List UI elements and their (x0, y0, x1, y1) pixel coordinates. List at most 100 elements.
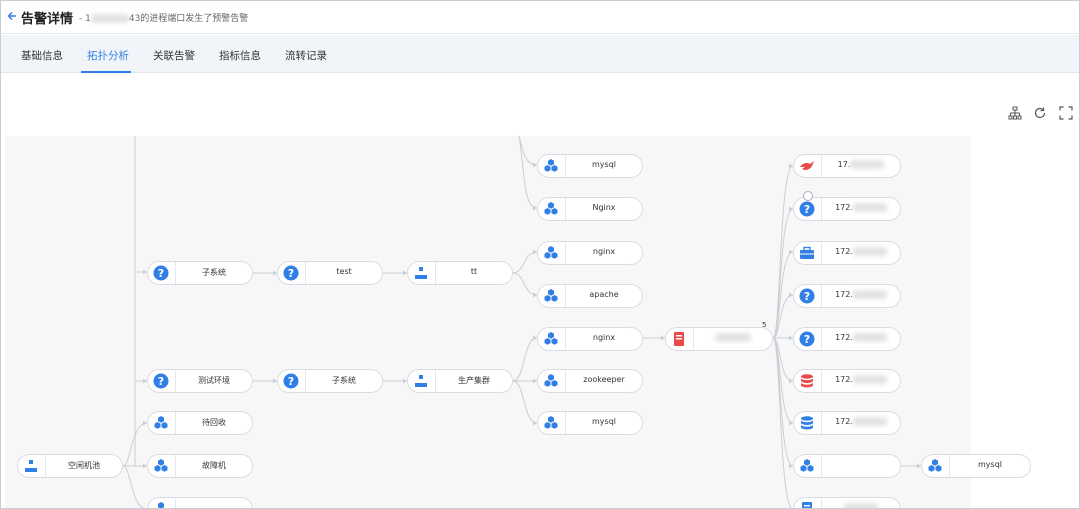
database-blue-icon (799, 415, 815, 431)
topology-node[interactable] (793, 454, 901, 478)
topology-node[interactable]: ? 子系统 (277, 369, 383, 393)
topology-node[interactable]: apache (537, 284, 643, 308)
group-icon (413, 373, 429, 389)
edge (772, 337, 794, 467)
redacted-text (844, 503, 878, 508)
cluster-icon (543, 373, 559, 389)
topology-node[interactable]: 故障机 (147, 454, 253, 478)
node-label: 172. (822, 417, 900, 426)
question-icon: ? (799, 331, 815, 347)
cluster-icon (799, 458, 815, 474)
topology-node[interactable]: ? 172. (793, 327, 901, 351)
node-label: 17. (822, 160, 900, 169)
node-divider (821, 455, 822, 477)
topology-node[interactable]: 17. (793, 154, 901, 178)
server-icon (799, 501, 815, 508)
alert-detail-window: 告警详情 - 1 43的进程端口发生了预警告警 基础信息 拓扑分析 关联告警 指标… (0, 0, 1080, 509)
cluster-icon (543, 415, 559, 431)
topology-node[interactable]: mysql (537, 411, 643, 435)
cluster-icon (153, 415, 169, 431)
topology-node[interactable]: ? 子系统 (147, 261, 253, 285)
node-count-badge: 5 (762, 321, 767, 329)
edge (512, 380, 538, 424)
topology-node[interactable]: 待回收 (147, 411, 253, 435)
svg-text:?: ? (158, 267, 164, 280)
topology-node[interactable]: 172. (793, 411, 901, 435)
redacted-text (852, 290, 887, 299)
node-label: nginx (592, 247, 616, 256)
topology-node[interactable]: 172. (793, 241, 901, 265)
topology-node[interactable]: ? 测试环境 (147, 369, 253, 393)
node-label: 172. (822, 333, 900, 342)
question-icon: ? (283, 265, 299, 281)
node-label: apache (589, 290, 619, 299)
topology-node[interactable]: 生产集群 (407, 369, 513, 393)
redacted-text (850, 160, 885, 169)
topology-node-alerting-server[interactable] (665, 327, 773, 351)
node-label: 172. (822, 290, 900, 299)
topology-node[interactable] (147, 497, 253, 508)
topology-node[interactable]: mysql (921, 454, 1031, 478)
topology-node[interactable]: ? test (277, 261, 383, 285)
redacted-text (852, 417, 887, 426)
cluster-icon (543, 331, 559, 347)
cluster-icon (543, 245, 559, 261)
cluster-icon (927, 458, 943, 474)
topology-node[interactable]: ? 172. (793, 284, 901, 308)
question-icon: ? (799, 288, 815, 304)
node-label: 172. (822, 247, 900, 256)
node-label: zookeeper (583, 375, 625, 384)
edge (518, 135, 538, 166)
node-label: mysql (592, 160, 616, 169)
node-label: Nginx (592, 203, 616, 212)
topology-node[interactable]: tt (407, 261, 513, 285)
node-label: 172. (822, 375, 900, 384)
edge (772, 208, 794, 339)
briefcase-icon (799, 245, 815, 261)
node-label (694, 333, 772, 342)
node-label: 故障机 (202, 461, 226, 470)
svg-text:?: ? (804, 290, 810, 303)
database-red-icon (799, 373, 815, 389)
redacted-text (852, 203, 887, 212)
topology-node[interactable]: Nginx (537, 197, 643, 221)
node-expand-marker[interactable] (803, 191, 813, 201)
redacted-text (852, 375, 887, 384)
node-label: mysql (978, 460, 1002, 469)
cluster-icon (153, 501, 169, 508)
svg-text:?: ? (288, 267, 294, 280)
node-label: 空闲机池 (68, 461, 100, 470)
question-icon: ? (799, 201, 815, 217)
node-label: nginx (592, 333, 616, 342)
topology-node[interactable] (793, 497, 901, 508)
topology-node[interactable]: zookeeper (537, 369, 643, 393)
question-icon: ? (153, 373, 169, 389)
group-icon (413, 265, 429, 281)
edge (512, 337, 538, 382)
topology-node[interactable]: 空闲机池 (17, 454, 123, 478)
edge (122, 465, 146, 508)
cluster-icon (153, 458, 169, 474)
node-label: 172. (822, 203, 900, 212)
bird-icon (799, 158, 815, 174)
node-label (822, 503, 900, 508)
topology-node[interactable]: nginx (537, 241, 643, 265)
redacted-text (852, 247, 887, 256)
server-icon (671, 331, 687, 347)
redacted-text (852, 333, 887, 342)
edge (134, 136, 147, 467)
topology-node[interactable]: 172. (793, 369, 901, 393)
question-icon: ? (283, 373, 299, 389)
svg-text:?: ? (158, 375, 164, 388)
topology-node[interactable]: nginx (537, 327, 643, 351)
group-icon (23, 458, 39, 474)
node-divider (175, 498, 176, 508)
question-icon: ? (153, 265, 169, 281)
svg-text:?: ? (288, 375, 294, 388)
cluster-icon (543, 288, 559, 304)
topology-node[interactable]: mysql (537, 154, 643, 178)
node-label: mysql (592, 417, 616, 426)
svg-text:?: ? (804, 203, 810, 216)
cluster-icon (543, 201, 559, 217)
node-label: 待回收 (202, 418, 226, 427)
